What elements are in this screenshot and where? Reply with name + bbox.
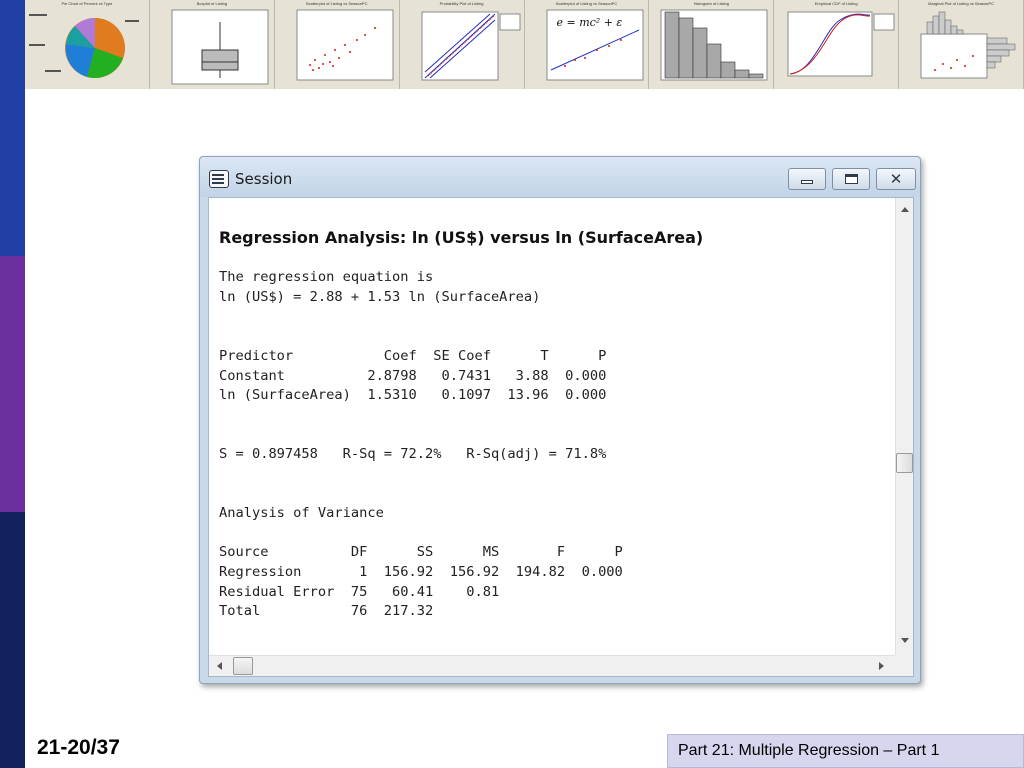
maximize-button[interactable]	[832, 168, 870, 190]
regression-equation: ln (US$) = 2.88 + 1.53 ln (SurfaceArea)	[219, 289, 541, 305]
equation-intro: The regression equation is	[219, 269, 434, 285]
anova-title: Analysis of Variance	[219, 505, 384, 521]
accent-bar-blue	[0, 0, 25, 256]
session-output-text: Regression Analysis: ln (US$) versus ln …	[209, 198, 895, 655]
minimize-icon	[801, 180, 813, 184]
vertical-scroll-thumb[interactable]	[896, 453, 913, 473]
fit-summary: S = 0.897458 R-Sq = 72.2% R-Sq(adj) = 71…	[219, 446, 607, 462]
maximize-icon	[844, 174, 858, 184]
anova-table-row: Total 76 217.32	[219, 603, 434, 619]
histogram-icon	[660, 9, 768, 81]
coef-table-row: Constant 2.8798 0.7431 3.88 0.000	[219, 368, 607, 384]
thumbnail-scatterplot: Scatterplot of Listing vs SeasonPC	[274, 0, 400, 89]
horizontal-scrollbar[interactable]	[209, 655, 895, 676]
scroll-up-arrow-icon[interactable]	[901, 207, 909, 212]
session-output-pane[interactable]: Regression Analysis: ln (US$) versus ln …	[208, 197, 914, 677]
coef-table-row: ln (SurfaceArea) 1.5310 0.1097 13.96 0.0…	[219, 387, 607, 403]
marginal-plot-icon	[920, 11, 1016, 79]
scatter-plot-icon	[296, 9, 394, 81]
probability-plot-icon	[421, 11, 521, 81]
scroll-left-arrow-icon[interactable]	[217, 662, 222, 670]
session-window-icon	[209, 170, 229, 188]
coef-table-header: Predictor Coef SE Coef T P	[219, 348, 607, 364]
cdf-plot-icon	[787, 11, 895, 77]
anova-table-row: Residual Error 75 60.41 0.81	[219, 584, 500, 600]
horizontal-scroll-thumb[interactable]	[233, 657, 253, 675]
anova-table-row: Regression 1 156.92 156.92 194.82 0.000	[219, 564, 623, 580]
thumbnail-strip: Pie Chart of Percent vs Type Boxplot of …	[25, 0, 1024, 89]
slide-number: 21-20/37	[37, 736, 120, 759]
scroll-down-arrow-icon[interactable]	[901, 638, 909, 643]
pie-chart-icon	[29, 14, 139, 79]
scroll-right-arrow-icon[interactable]	[879, 662, 884, 670]
analysis-heading: Regression Analysis: ln (US$) versus ln …	[219, 228, 704, 247]
equation-label: e = mc² + ε	[556, 16, 623, 29]
window-title: Session	[235, 170, 293, 188]
thumbnail-boxplot: Boxplot of Listing	[149, 0, 275, 89]
thumbnail-equation-scatterplot: Scatterplot of Listing vs SeasonPC e = m…	[524, 0, 650, 89]
accent-bar-navy	[0, 512, 25, 768]
scrollbar-corner	[895, 655, 913, 676]
accent-bar-purple	[0, 256, 25, 512]
anova-table-header: Source DF SS MS F P	[219, 544, 623, 560]
close-button[interactable]: ✕	[876, 168, 916, 190]
thumbnail-empirical-cdf: Empirical CDF of Listing	[774, 0, 900, 89]
thumbnail-pie-chart: Pie Chart of Percent vs Type	[25, 0, 150, 89]
close-icon: ✕	[889, 169, 903, 188]
thumbnail-marginal-plot: Marginal Plot of Listing vs SeasonPC	[899, 0, 1024, 89]
thumbnail-histogram: Histogram of Listing	[649, 0, 775, 89]
session-window: Session ✕ Regression Analysis: ln (US$) …	[199, 156, 921, 684]
vertical-scrollbar[interactable]	[895, 198, 913, 655]
footer-part-label-box: Part 21: Multiple Regression – Part 1	[667, 734, 1024, 768]
regression-line-icon	[546, 9, 643, 81]
boxplot-icon	[171, 9, 269, 85]
minimize-button[interactable]	[788, 168, 826, 190]
title-bar[interactable]: Session ✕	[200, 157, 920, 197]
footer-part-label: Part 21: Multiple Regression – Part 1	[678, 742, 940, 759]
thumbnail-probability-plot: Probability Plot of Listing	[399, 0, 525, 89]
